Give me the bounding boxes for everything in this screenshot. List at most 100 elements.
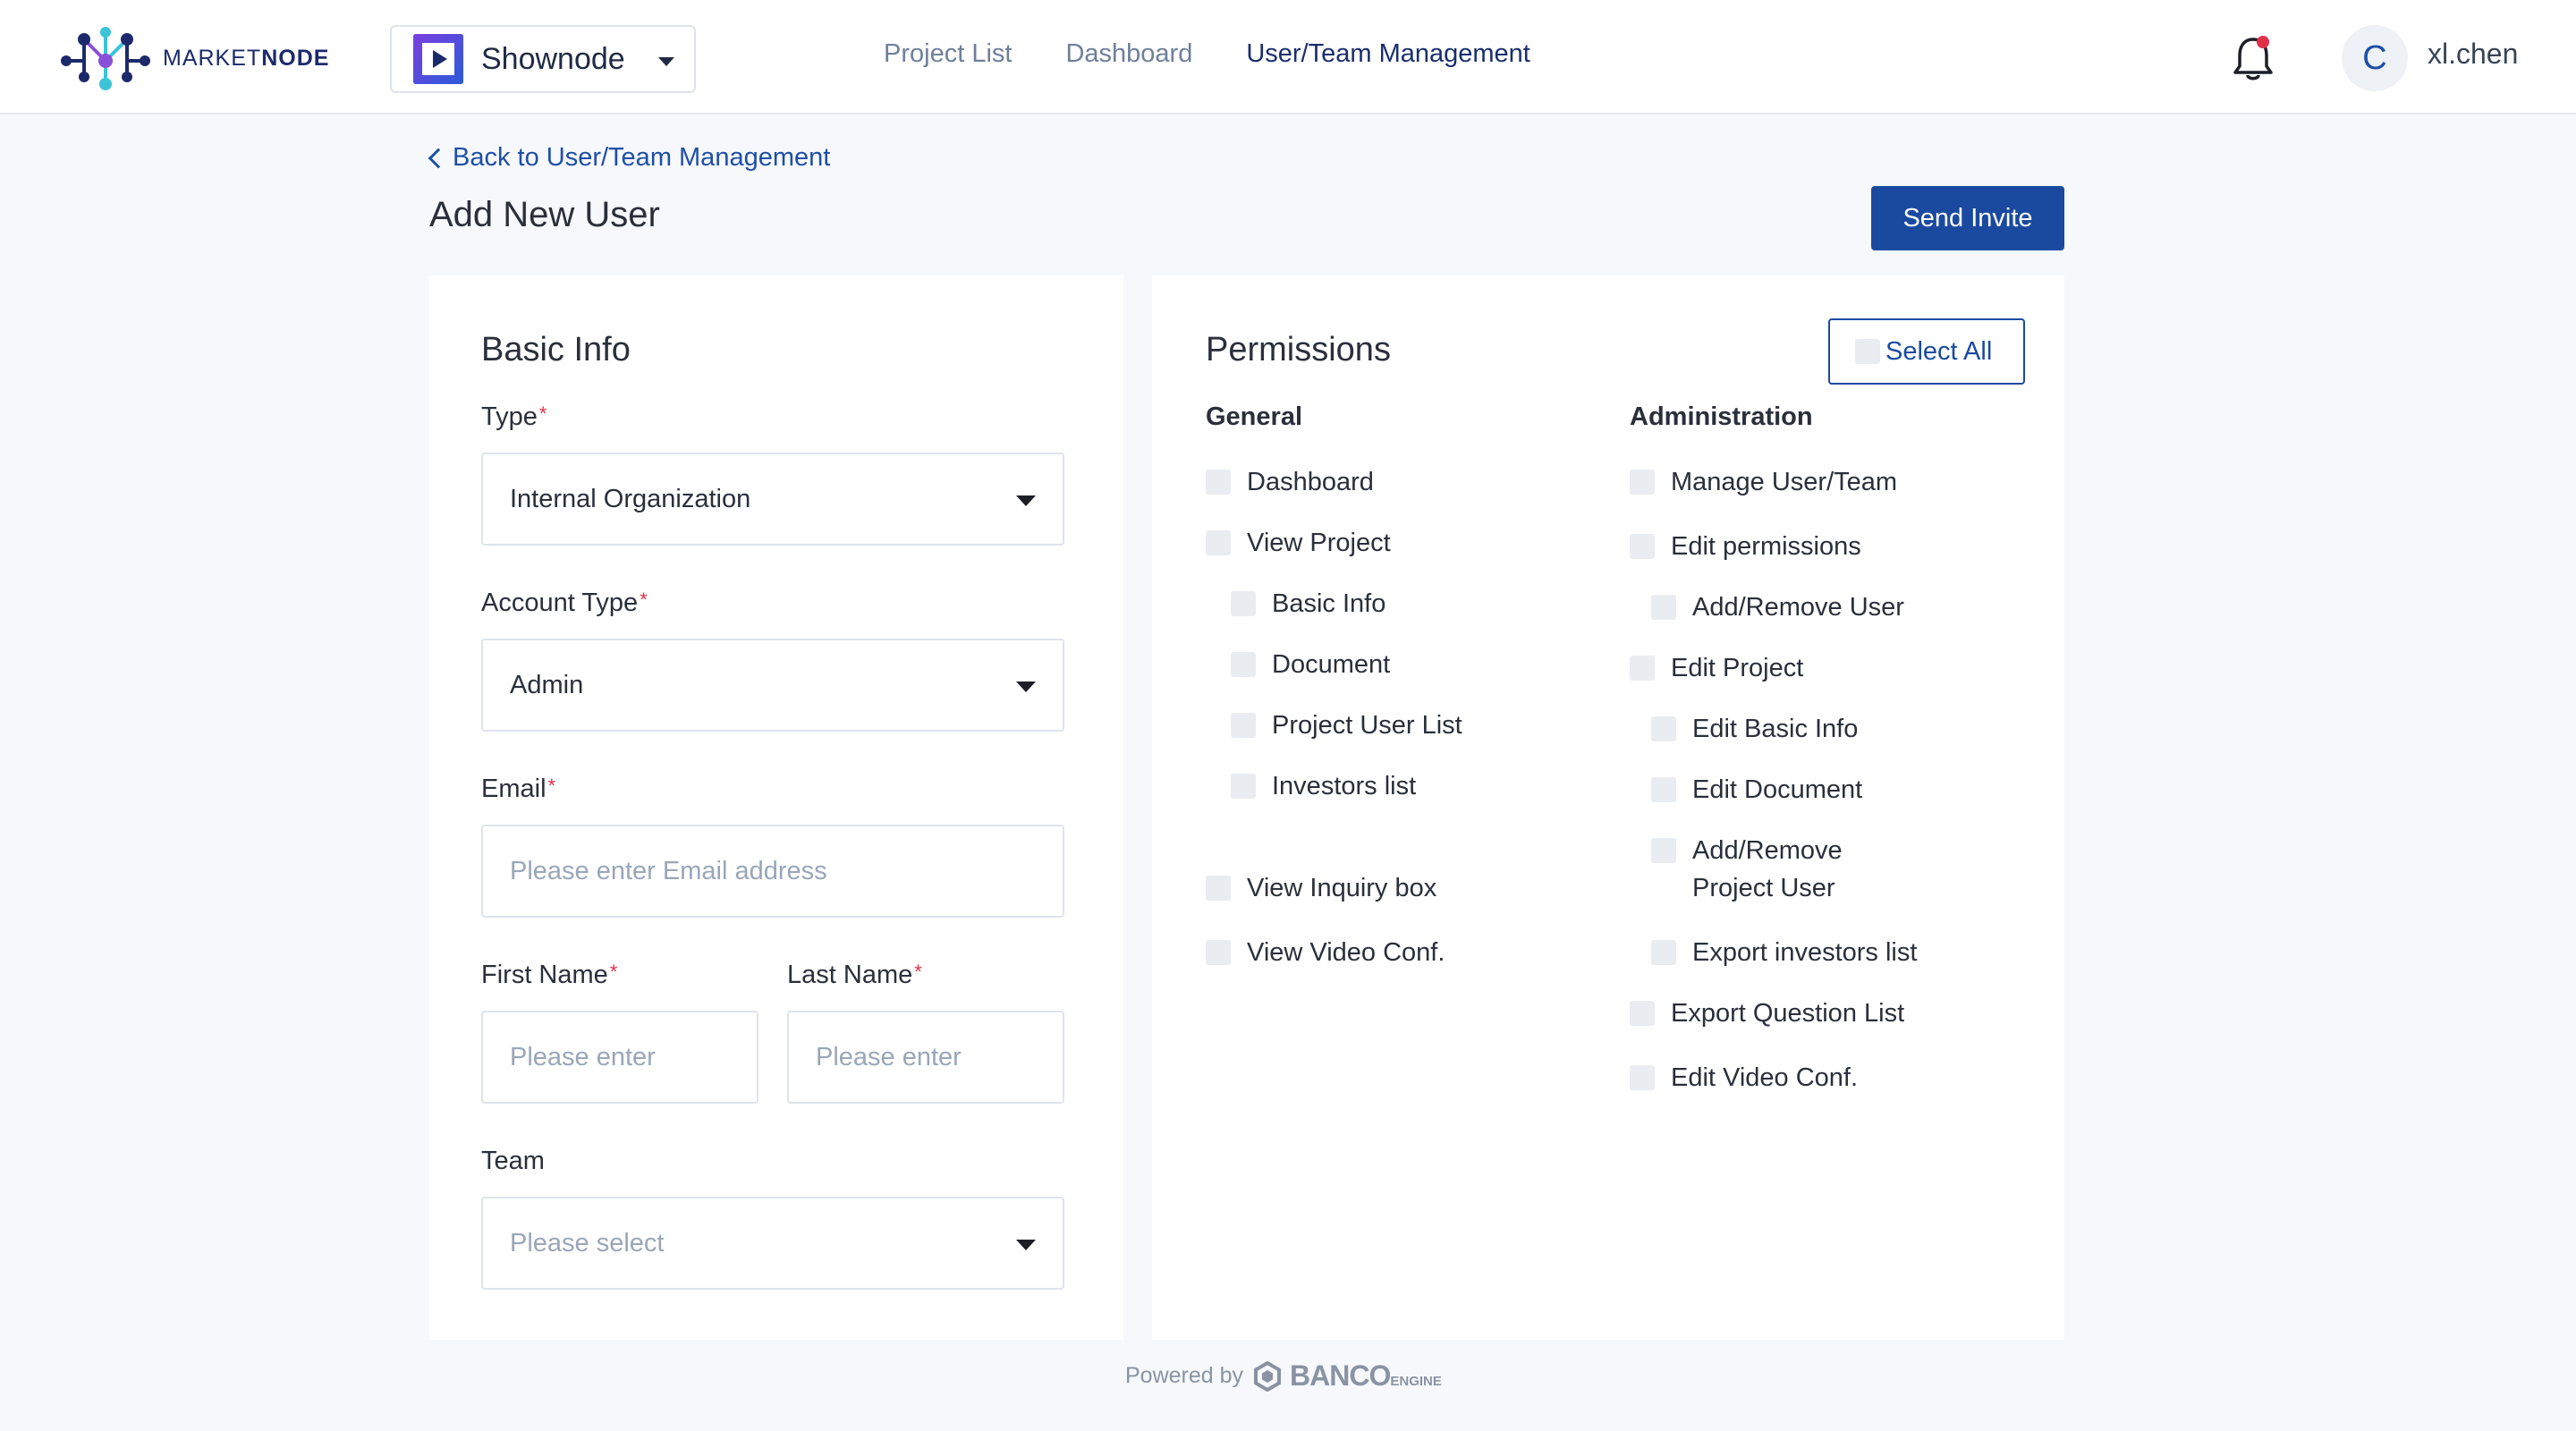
perm-label: Investors list (1272, 772, 1417, 800)
perm-manage-user-team[interactable]: Manage User/Team (1630, 463, 1897, 501)
perm-view-inquiry-box[interactable]: View Inquiry box (1206, 869, 1436, 907)
email-input[interactable]: Please enter Email address (481, 825, 1064, 918)
account-type-select-value: Admin (510, 670, 584, 699)
account-type-label-text: Account Type (481, 588, 639, 617)
perm-view-project[interactable]: View Project (1206, 524, 1391, 562)
account-type-select[interactable]: Admin (481, 639, 1064, 732)
marketnode-logo[interactable]: MARKETNODE (59, 25, 329, 91)
perm-edit-document[interactable]: Edit Document (1651, 771, 1862, 809)
account-type-label: Account Type* (481, 588, 648, 618)
last-name-input[interactable]: Please enter (787, 1011, 1064, 1104)
email-input-placeholder: Please enter Email address (510, 856, 827, 885)
first-name-input-placeholder: Please enter (510, 1042, 656, 1071)
first-name-label: First Name* (481, 961, 617, 990)
checkbox[interactable] (1206, 530, 1231, 555)
shownode-app-icon (413, 34, 463, 84)
type-label-text: Type (481, 402, 538, 431)
last-name-input-placeholder: Please enter (816, 1042, 962, 1071)
nav-project-list[interactable]: Project List (884, 39, 1012, 69)
caret-down-icon (1016, 1240, 1036, 1250)
perm-label: Basic Info (1272, 589, 1386, 618)
checkbox[interactable] (1206, 940, 1231, 965)
required-marker: * (914, 961, 922, 983)
page-title: Add New User (429, 195, 660, 234)
notification-bell-icon[interactable] (2231, 34, 2275, 84)
nav-dashboard[interactable]: Dashboard (1065, 39, 1192, 69)
banco-engine-logo-icon (1254, 1360, 1282, 1392)
main-nav: Project List Dashboard User/Team Managem… (884, 39, 1584, 69)
perm-export-investors-list[interactable]: Export investors list (1651, 934, 1917, 971)
perm-edit-video-conf[interactable]: Edit Video Conf. (1630, 1059, 1858, 1097)
perm-basic-info[interactable]: Basic Info (1231, 585, 1385, 622)
perm-export-question-list[interactable]: Export Question List (1630, 995, 1904, 1032)
banco-word: BANCO (1290, 1359, 1391, 1392)
checkbox[interactable] (1630, 534, 1655, 559)
perm-view-video-conf[interactable]: View Video Conf. (1206, 934, 1445, 971)
chevron-left-icon (428, 148, 449, 168)
perm-edit-project[interactable]: Edit Project (1630, 649, 1803, 687)
checkbox[interactable] (1206, 470, 1231, 495)
basic-info-card: Basic Info Type* Internal Organization A… (429, 275, 1123, 1340)
perm-project-user-list[interactable]: Project User List (1231, 707, 1462, 744)
send-invite-button[interactable]: Send Invite (1871, 186, 2064, 250)
perm-dashboard[interactable]: Dashboard (1206, 463, 1374, 501)
perm-label: Project User List (1272, 711, 1462, 740)
perm-label: Edit Video Conf. (1671, 1063, 1859, 1092)
checkbox[interactable] (1206, 876, 1231, 901)
perm-label: Edit Document (1692, 775, 1863, 804)
perm-add-remove-project-user[interactable]: Add/Remove Project User (1651, 832, 1843, 907)
banco-engine-wordmark: BANCOENGINE (1290, 1359, 1442, 1393)
select-all-label: Select All (1885, 336, 1993, 366)
logo-wordmark: MARKETNODE (163, 46, 329, 72)
back-to-user-team-link[interactable]: Back to User/Team Management (426, 143, 830, 173)
required-marker: * (538, 402, 547, 425)
checkbox[interactable] (1231, 774, 1256, 799)
perm-label-line-1: Add/Remove (1692, 836, 1843, 865)
select-all-button[interactable]: Select All (1828, 318, 2025, 385)
checkbox[interactable] (1651, 716, 1676, 741)
engine-word: ENGINE (1390, 1374, 1442, 1389)
perm-investors-list[interactable]: Investors list (1231, 767, 1416, 805)
checkbox[interactable] (1231, 591, 1256, 616)
checkbox[interactable] (1630, 656, 1655, 681)
perm-label: Export investors list (1692, 938, 1918, 967)
checkbox[interactable] (1651, 940, 1676, 965)
powered-by-label: Powered by (1125, 1363, 1244, 1388)
checkbox[interactable] (1630, 1065, 1655, 1090)
checkbox[interactable] (1630, 1001, 1655, 1026)
caret-down-icon (1016, 682, 1036, 692)
perm-edit-basic-info[interactable]: Edit Basic Info (1651, 710, 1858, 748)
caret-down-icon (1016, 495, 1036, 506)
first-name-input[interactable]: Please enter (481, 1011, 758, 1104)
checkbox[interactable] (1630, 470, 1655, 495)
perm-edit-permissions[interactable]: Edit permissions (1630, 528, 1861, 565)
perm-label: Edit Basic Info (1692, 715, 1859, 743)
checkbox[interactable] (1651, 595, 1676, 620)
last-name-label-text: Last Name (787, 961, 913, 989)
logo-word-market: MARKET (163, 45, 262, 71)
type-select[interactable]: Internal Organization (481, 453, 1064, 546)
logo-word-node: NODE (261, 45, 330, 71)
user-avatar[interactable]: C (2342, 25, 2408, 91)
checkbox[interactable] (1651, 838, 1676, 863)
perm-label: Edit Project (1671, 654, 1804, 682)
footer: Powered by BANCOENGINE (1125, 1359, 1442, 1393)
app-switcher-label: Shownode (481, 41, 625, 76)
nav-user-team-management[interactable]: User/Team Management (1246, 39, 1530, 69)
perm-label: Dashboard (1247, 468, 1374, 496)
perm-label: View Project (1247, 529, 1391, 557)
username-label[interactable]: xl.chen (2428, 38, 2518, 71)
team-label: Team (481, 1147, 545, 1175)
team-select[interactable]: Please select (481, 1197, 1064, 1290)
app-switcher-dropdown[interactable]: Shownode (390, 25, 696, 93)
checkbox[interactable] (1231, 713, 1256, 738)
select-all-checkbox[interactable] (1855, 339, 1880, 364)
perm-document[interactable]: Document (1231, 646, 1390, 683)
perm-label: View Inquiry box (1247, 874, 1437, 902)
perm-label: Export Question List (1671, 999, 1905, 1028)
perm-add-remove-user[interactable]: Add/Remove User (1651, 588, 1904, 626)
checkbox[interactable] (1231, 652, 1256, 677)
checkbox[interactable] (1651, 777, 1676, 802)
email-label: Email* (481, 775, 555, 804)
perm-label: Edit permissions (1671, 532, 1861, 561)
